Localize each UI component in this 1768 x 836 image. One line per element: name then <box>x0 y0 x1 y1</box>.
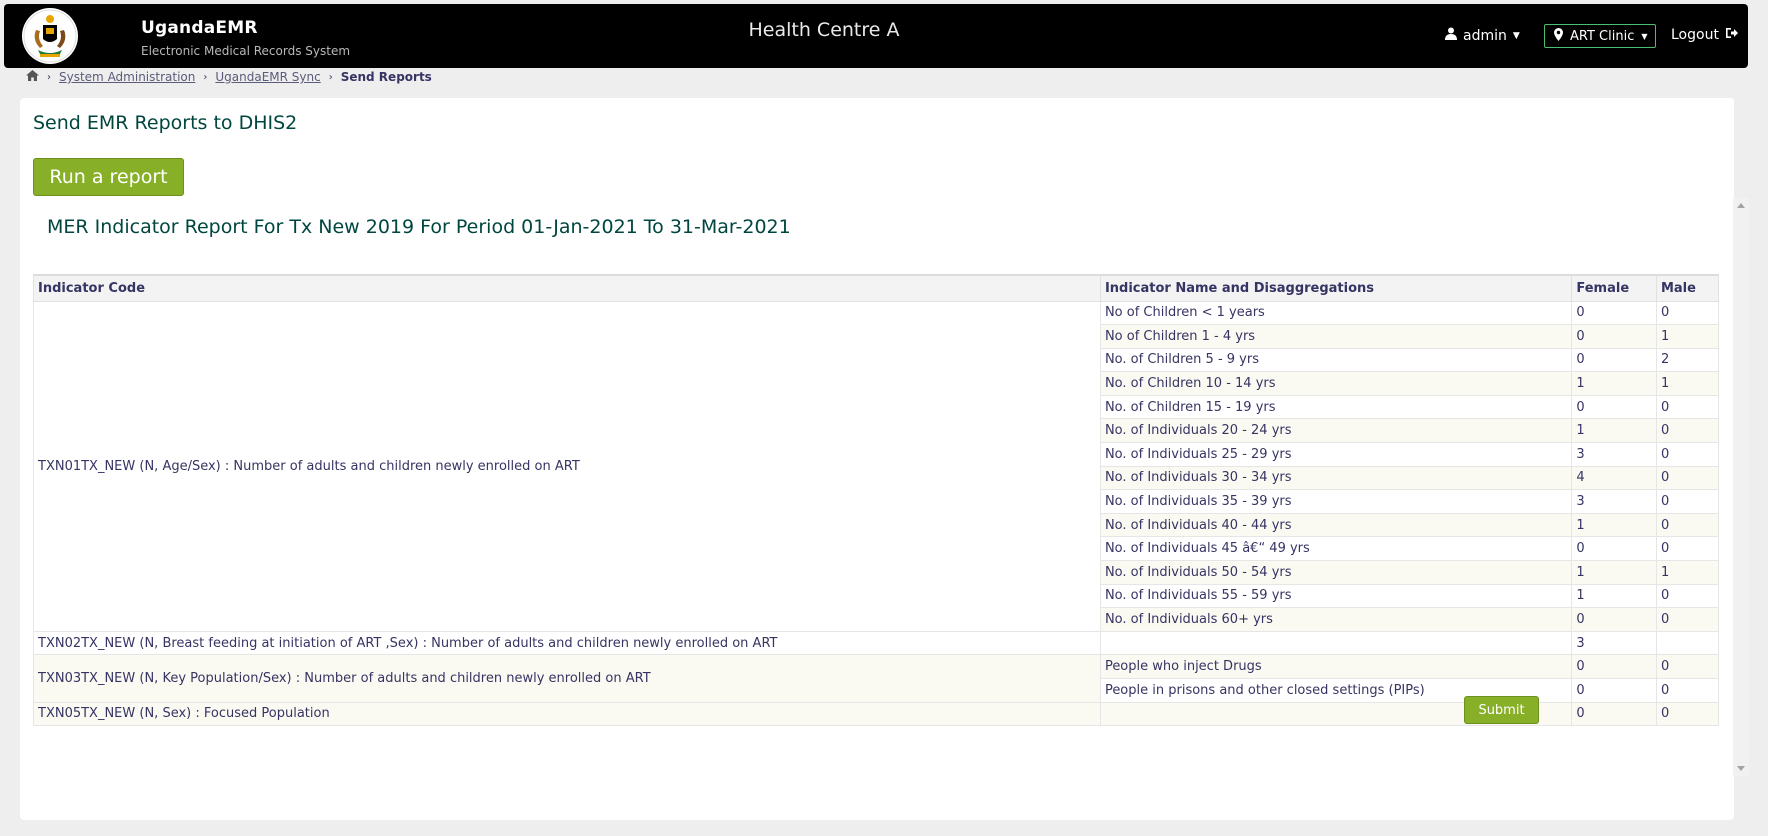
female-value-cell: 0 <box>1571 678 1657 703</box>
indicator-name-cell: No. of Children 10 - 14 yrs <box>1099 371 1573 396</box>
male-value-cell: 0 <box>1655 536 1720 562</box>
location-selector[interactable]: ART Clinic ▼ <box>1544 24 1656 48</box>
male-value-cell: 0 <box>1655 465 1720 491</box>
submit-button[interactable]: Submit <box>1464 696 1539 724</box>
indicator-name-cell: No of Children 1 - 4 yrs <box>1099 324 1573 349</box>
column-header: Female <box>1571 274 1657 302</box>
female-value-cell: 1 <box>1571 560 1657 585</box>
indicator-name-cell: No. of Individuals 60+ yrs <box>1099 607 1573 632</box>
user-name: admin <box>1463 27 1507 44</box>
indicator-code-cell: TXN01TX_NEW (N, Age/Sex) : Number of adu… <box>33 300 1101 632</box>
brand-title: UgandaEMR <box>141 18 258 38</box>
table-header-row: Indicator Code Indicator Name and Disagg… <box>33 274 1720 302</box>
indicator-name-cell: No. of Children 5 - 9 yrs <box>1099 347 1573 373</box>
male-value-cell: 0 <box>1655 489 1720 514</box>
female-value-cell: 0 <box>1571 701 1657 727</box>
indicator-name-cell: No. of Individuals 40 - 44 yrs <box>1099 512 1573 538</box>
brand-subtitle: Electronic Medical Records System <box>141 44 351 58</box>
indicator-name-cell: No. of Individuals 30 - 34 yrs <box>1099 465 1573 491</box>
female-value-cell: 1 <box>1571 512 1657 538</box>
map-marker-icon <box>1554 27 1563 45</box>
indicator-name-cell: No. of Individuals 45 â€“ 49 yrs <box>1099 536 1573 562</box>
breadcrumb-ugandaemr-sync[interactable]: UgandaEMR Sync <box>215 70 320 84</box>
indicator-name-cell: No. of Individuals 35 - 39 yrs <box>1099 489 1573 514</box>
breadcrumb-system-administration[interactable]: System Administration <box>59 70 195 84</box>
sign-out-icon <box>1725 27 1738 43</box>
logout-link[interactable]: Logout <box>1671 27 1738 43</box>
home-icon[interactable] <box>26 70 39 84</box>
female-value-cell: 0 <box>1571 394 1657 420</box>
scroll-up-arrow-icon[interactable] <box>1737 203 1745 208</box>
column-header: Indicator Name and Disaggregations <box>1099 274 1573 302</box>
logout-label: Logout <box>1671 27 1719 43</box>
chevron-right-icon: › <box>328 71 333 83</box>
female-value-cell: 0 <box>1571 347 1657 373</box>
report-table: Indicator Code Indicator Name and Disagg… <box>33 274 1720 727</box>
location-name: ART Clinic <box>1570 28 1635 44</box>
breadcrumb: › System Administration › UgandaEMR Sync… <box>26 70 432 84</box>
male-value-cell: 0 <box>1655 654 1720 679</box>
caret-down-icon: ▼ <box>1641 31 1648 41</box>
male-value-cell: 0 <box>1655 607 1720 632</box>
content-panel: Send EMR Reports to DHIS2 Run a report M… <box>20 98 1749 820</box>
female-value-cell: 1 <box>1571 418 1657 444</box>
female-value-cell: 0 <box>1571 324 1657 349</box>
report-title: MER Indicator Report For Tx New 2019 For… <box>47 216 791 238</box>
chevron-right-icon: › <box>47 71 51 83</box>
female-value-cell: 3 <box>1571 442 1657 467</box>
male-value-cell: 0 <box>1655 678 1720 703</box>
vertical-scrollbar[interactable] <box>1733 198 1749 776</box>
uganda-coat-of-arms-logo[interactable] <box>22 8 78 64</box>
indicator-name-cell: No of Children < 1 years <box>1099 300 1573 326</box>
male-value-cell: 1 <box>1655 560 1720 585</box>
report-scroll-area[interactable]: MER Indicator Report For Tx New 2019 For… <box>33 198 1749 776</box>
female-value-cell: 1 <box>1571 583 1657 609</box>
indicator-name-cell <box>1099 630 1573 656</box>
indicator-code-cell: TXN05TX_NEW (N, Sex) : Focused Populatio… <box>33 701 1101 727</box>
breadcrumb-current: Send Reports <box>340 70 432 84</box>
indicator-name-cell: No. of Individuals 55 - 59 yrs <box>1099 583 1573 609</box>
user-menu[interactable]: admin ▼ <box>1445 27 1520 44</box>
user-icon <box>1445 27 1457 44</box>
female-value-cell: 3 <box>1571 630 1657 656</box>
page-title: Send EMR Reports to DHIS2 <box>33 112 298 134</box>
indicator-name-cell: No. of Children 15 - 19 yrs <box>1099 394 1573 420</box>
female-value-cell: 0 <box>1571 300 1657 326</box>
female-value-cell: 4 <box>1571 465 1657 491</box>
male-value-cell: 0 <box>1655 512 1720 538</box>
table-row: TXN02TX_NEW (N, Breast feeding at initia… <box>33 630 1720 656</box>
indicator-name-cell: No. of Individuals 25 - 29 yrs <box>1099 442 1573 467</box>
indicator-code-cell: TXN03TX_NEW (N, Key Population/Sex) : Nu… <box>33 654 1101 703</box>
male-value-cell: 0 <box>1655 394 1720 420</box>
male-value-cell: 1 <box>1655 324 1720 349</box>
male-value-cell <box>1655 630 1720 656</box>
scrollbar-thumb[interactable] <box>1735 212 1747 760</box>
chevron-right-icon: › <box>203 71 208 83</box>
male-value-cell: 2 <box>1655 347 1720 373</box>
female-value-cell: 0 <box>1571 536 1657 562</box>
male-value-cell: 0 <box>1655 583 1720 609</box>
female-value-cell: 1 <box>1571 371 1657 396</box>
indicator-code-cell: TXN02TX_NEW (N, Breast feeding at initia… <box>33 630 1101 656</box>
male-value-cell: 0 <box>1655 418 1720 444</box>
column-header: Male <box>1655 274 1720 302</box>
scroll-down-arrow-icon[interactable] <box>1737 766 1745 771</box>
top-header: UgandaEMR Electronic Medical Records Sys… <box>4 4 1748 68</box>
male-value-cell: 1 <box>1655 371 1720 396</box>
indicator-name-cell: No. of Individuals 50 - 54 yrs <box>1099 560 1573 585</box>
run-report-button[interactable]: Run a report <box>33 158 184 196</box>
caret-down-icon: ▼ <box>1512 30 1520 41</box>
female-value-cell: 3 <box>1571 489 1657 514</box>
female-value-cell: 0 <box>1571 654 1657 679</box>
male-value-cell: 0 <box>1655 701 1720 727</box>
table-row: TXN03TX_NEW (N, Key Population/Sex) : Nu… <box>33 654 1720 703</box>
column-header: Indicator Code <box>33 274 1101 302</box>
table-row: TXN01TX_NEW (N, Age/Sex) : Number of adu… <box>33 300 1720 632</box>
male-value-cell: 0 <box>1655 300 1720 326</box>
indicator-name-cell: People who inject Drugs <box>1099 654 1573 679</box>
male-value-cell: 0 <box>1655 442 1720 467</box>
indicator-name-cell: No. of Individuals 20 - 24 yrs <box>1099 418 1573 444</box>
health-centre-name: Health Centre A <box>748 19 900 41</box>
female-value-cell: 0 <box>1571 607 1657 632</box>
